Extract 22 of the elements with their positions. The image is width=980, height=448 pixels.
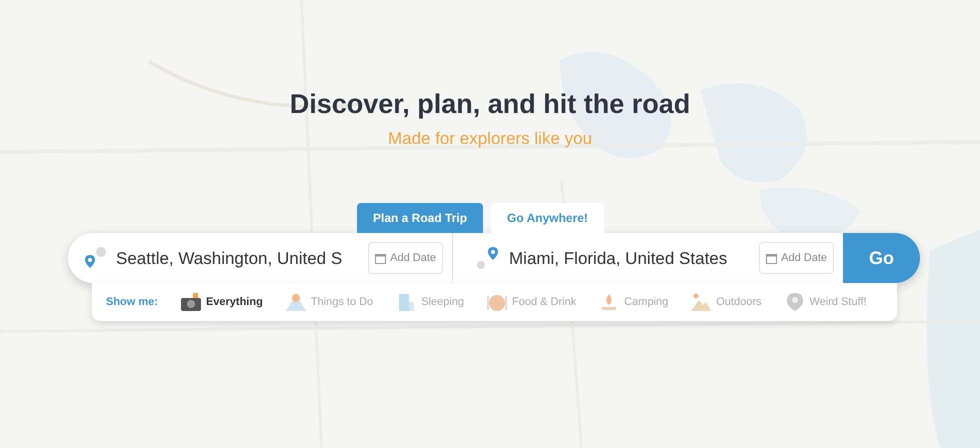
hero-subtitle: Made for explorers like you (388, 128, 592, 150)
camera-icon (180, 292, 202, 312)
calendar-icon (766, 252, 778, 264)
category-filter[interactable]: Food & Drink (486, 292, 576, 312)
go-button[interactable]: Go (843, 233, 920, 284)
add-date-button[interactable]: Add Date (759, 242, 834, 274)
category-filter[interactable]: Everything (180, 292, 263, 312)
tab[interactable]: Plan a Road Trip (357, 203, 484, 234)
destination-field[interactable]: Miami, Florida, United States Add Date (453, 233, 843, 284)
plate-icon (486, 292, 508, 312)
category-filter[interactable]: Camping (598, 292, 668, 312)
hero-title: Discover, plan, and hit the road (290, 88, 690, 121)
route-pin-icon (475, 245, 501, 272)
tab[interactable]: Go Anywhere! (491, 203, 604, 234)
category-filter[interactable]: Sleeping (395, 292, 464, 312)
category-filter[interactable]: Things to Do (284, 292, 374, 312)
category-filter[interactable]: Outdoors (690, 292, 762, 312)
mountain-icon (690, 292, 712, 312)
category-filter[interactable]: Weird Stuff! (784, 292, 867, 312)
filter-label: Show me: (106, 295, 158, 310)
add-date-button[interactable]: Add Date (368, 242, 443, 274)
calendar-icon (375, 252, 386, 264)
